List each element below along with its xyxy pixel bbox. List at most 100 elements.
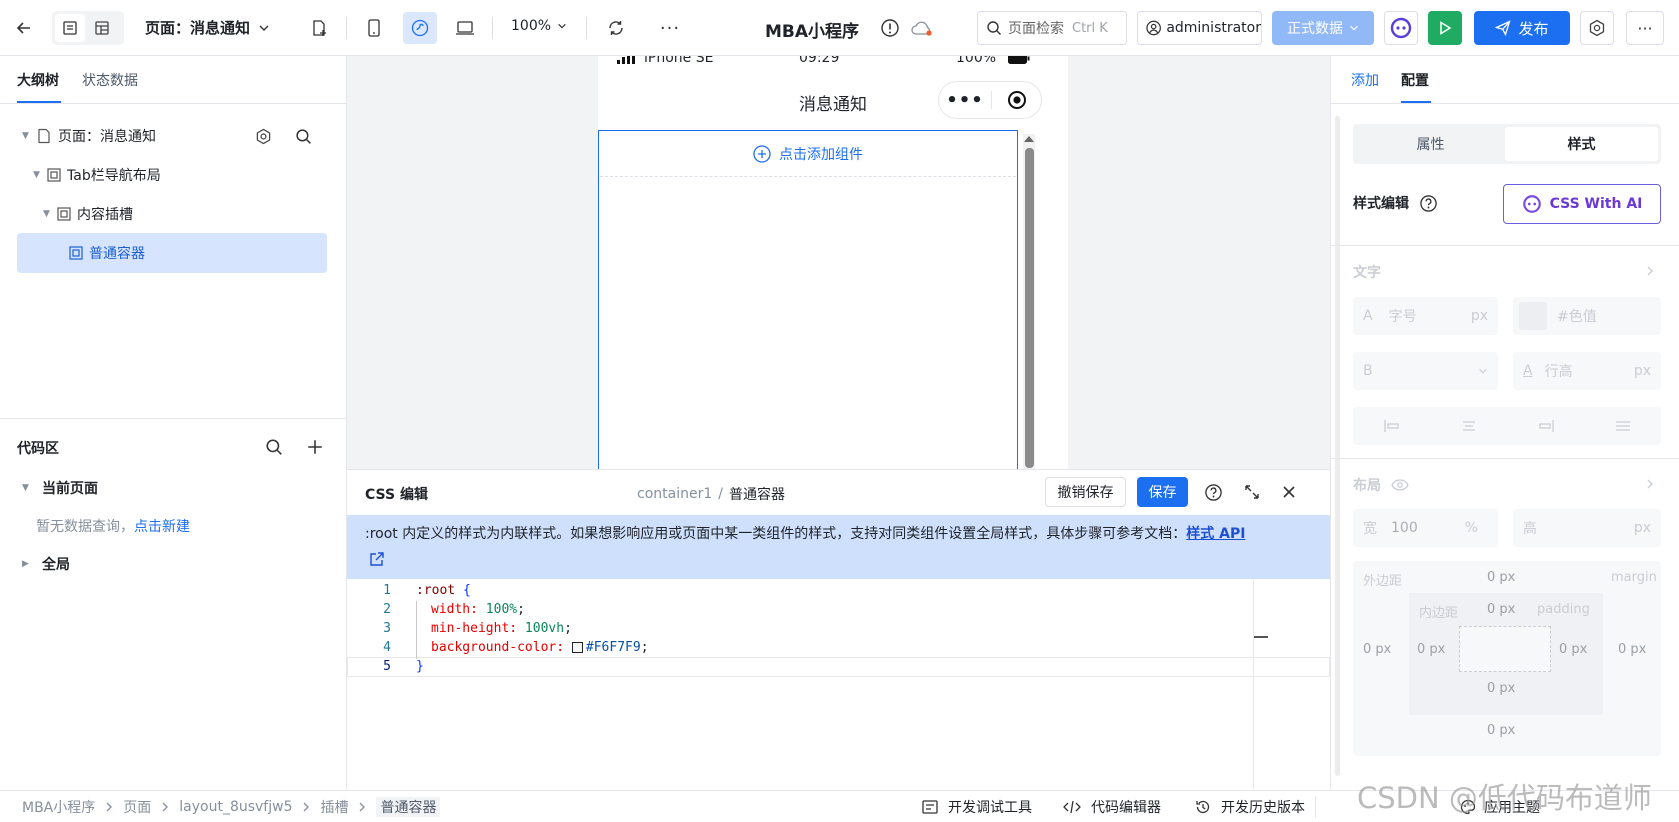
- page-settings-icon[interactable]: [255, 128, 272, 145]
- segment-properties[interactable]: 属性: [1356, 127, 1505, 161]
- settings-gear-icon[interactable]: [1580, 11, 1614, 45]
- phone-scrollbar[interactable]: [1023, 134, 1035, 469]
- ai-assistant-icon[interactable]: [1384, 11, 1418, 45]
- new-page-icon[interactable]: [306, 15, 332, 41]
- font-weight-select[interactable]: B: [1353, 352, 1498, 390]
- footer-crumb[interactable]: 页面: [123, 797, 151, 817]
- code-editor-button[interactable]: 代码编辑器: [1063, 797, 1161, 817]
- padding-right-value[interactable]: 0 px: [1559, 642, 1587, 657]
- chevron-right-icon[interactable]: [1645, 478, 1655, 490]
- publish-button[interactable]: 发布: [1474, 11, 1570, 45]
- layout-section-title-wrap: 布局: [1353, 475, 1409, 495]
- tab-state-data[interactable]: 状态数据: [82, 70, 138, 90]
- crumb-container[interactable]: container1: [637, 486, 712, 502]
- page-search-input[interactable]: 页面检索 Ctrl K: [977, 11, 1127, 45]
- back-arrow-icon[interactable]: [10, 14, 38, 42]
- capsule-close-icon[interactable]: [1007, 90, 1027, 110]
- color-field[interactable]: #色值: [1513, 297, 1661, 335]
- undo-save-button[interactable]: 撤销保存: [1045, 477, 1126, 507]
- run-preview-button[interactable]: [1428, 11, 1462, 45]
- history-button[interactable]: 开发历史版本: [1195, 797, 1305, 817]
- zoom-select[interactable]: 100%: [511, 18, 567, 34]
- page-select[interactable]: 页面：消息通知: [145, 17, 270, 38]
- scroll-thumb[interactable]: [1024, 148, 1034, 468]
- color-swatch[interactable]: [571, 642, 583, 653]
- tree-item-content-slot[interactable]: ▼ 内容插槽: [17, 194, 327, 234]
- footer-crumb[interactable]: MBA小程序: [22, 797, 95, 817]
- line-number: 5: [383, 659, 391, 674]
- align-left-icon[interactable]: [1383, 419, 1401, 433]
- tree-item-container-selected[interactable]: 普通容器: [17, 233, 327, 273]
- scroll-up-arrow-icon[interactable]: [1024, 136, 1034, 142]
- height-field[interactable]: 高 px: [1513, 509, 1661, 547]
- capsule-more-icon[interactable]: •••: [939, 90, 991, 111]
- footer-crumb[interactable]: 插槽: [320, 797, 348, 817]
- width-value: 100: [1391, 520, 1418, 536]
- margin-right-value[interactable]: 0 px: [1618, 642, 1646, 657]
- mobile-device-icon[interactable]: [360, 14, 388, 42]
- selected-container[interactable]: 点击添加组件: [598, 130, 1018, 469]
- editor-vertical-ruler: [1253, 581, 1254, 791]
- tab-config[interactable]: 配置: [1401, 70, 1429, 90]
- style-api-link[interactable]: 样式 API: [1186, 526, 1245, 542]
- tab-outline-tree[interactable]: 大纲树: [17, 70, 59, 90]
- save-button[interactable]: 保存: [1137, 477, 1188, 507]
- env-select[interactable]: 正式数据: [1272, 11, 1374, 45]
- miniprogram-device-icon[interactable]: [403, 12, 437, 44]
- align-justify-icon[interactable]: [1614, 419, 1632, 433]
- user-menu[interactable]: administrator: [1137, 11, 1262, 45]
- expand-icon[interactable]: [1243, 483, 1261, 501]
- line-height-field[interactable]: A 行高 px: [1513, 352, 1661, 390]
- padding-top-value[interactable]: 0 px: [1487, 602, 1515, 617]
- current-page-group[interactable]: ▼ 当前页面: [22, 478, 98, 498]
- margin-top-value[interactable]: 0 px: [1487, 570, 1515, 585]
- user-name: administrator: [1166, 20, 1261, 36]
- align-right-icon[interactable]: [1537, 419, 1555, 433]
- cloud-sync-icon[interactable]: [908, 16, 936, 40]
- page-select-label: 页面：消息通知: [145, 19, 251, 37]
- line-height-icon: A: [1523, 363, 1533, 379]
- external-link-icon[interactable]: [369, 551, 385, 567]
- tree-item-tab-layout[interactable]: ▼ Tab栏导航布局: [17, 155, 327, 195]
- help-icon[interactable]: [1204, 483, 1223, 502]
- code-search-icon[interactable]: [265, 438, 283, 456]
- segment-style[interactable]: 样式: [1505, 127, 1658, 161]
- warning-info-icon[interactable]: [878, 16, 902, 40]
- close-icon[interactable]: [1282, 485, 1296, 499]
- margin-bottom-value[interactable]: 0 px: [1487, 723, 1515, 738]
- divider: [1331, 458, 1679, 459]
- layout-grid-icon[interactable]: [85, 14, 119, 42]
- new-query-link[interactable]: 点击新建: [134, 516, 190, 536]
- code-property: background-color:: [431, 640, 572, 655]
- chevron-right-icon[interactable]: [1645, 265, 1655, 277]
- width-field[interactable]: 宽 100 %: [1353, 509, 1498, 547]
- footer-crumb[interactable]: layout_8usvfjw5: [179, 799, 292, 815]
- add-component-button[interactable]: 点击添加组件: [600, 131, 1016, 177]
- tree-item-page[interactable]: ▼ 页面：消息通知: [17, 116, 327, 156]
- footer-breadcrumb: MBA小程序 页面 layout_8usvfjw5 插槽 普通容器: [22, 797, 441, 817]
- code-semicolon: ;: [564, 621, 572, 636]
- help-icon[interactable]: [1419, 194, 1438, 213]
- laptop-device-icon[interactable]: [450, 14, 480, 42]
- padding-en-label: padding: [1537, 602, 1590, 617]
- refresh-icon[interactable]: [602, 14, 630, 42]
- code-editor[interactable]: 1 2 3 4 5 :root { width: 100%; min-heigh…: [347, 581, 1330, 791]
- global-group[interactable]: ▶ 全局: [22, 554, 70, 574]
- dev-tools-button[interactable]: 开发调试工具: [922, 797, 1032, 817]
- font-size-field[interactable]: A 字号 px: [1353, 297, 1498, 335]
- tab-add[interactable]: 添加: [1351, 70, 1379, 90]
- more-icon[interactable]: ···: [656, 14, 684, 42]
- margin-left-value[interactable]: 0 px: [1363, 642, 1391, 657]
- align-center-icon[interactable]: [1460, 419, 1478, 433]
- tree-search-icon[interactable]: [295, 128, 312, 145]
- more-menu-icon[interactable]: ···: [1626, 11, 1664, 45]
- chevron-right-icon: [106, 802, 113, 812]
- color-swatch[interactable]: [1519, 302, 1547, 330]
- page-list-icon[interactable]: [55, 14, 85, 42]
- panel-scrollbar[interactable]: [1335, 116, 1340, 776]
- padding-bottom-value[interactable]: 0 px: [1487, 681, 1515, 696]
- add-icon[interactable]: [306, 438, 324, 456]
- padding-left-value[interactable]: 0 px: [1417, 642, 1445, 657]
- eye-icon[interactable]: [1391, 479, 1409, 491]
- css-with-ai-button[interactable]: CSS With AI: [1503, 184, 1661, 224]
